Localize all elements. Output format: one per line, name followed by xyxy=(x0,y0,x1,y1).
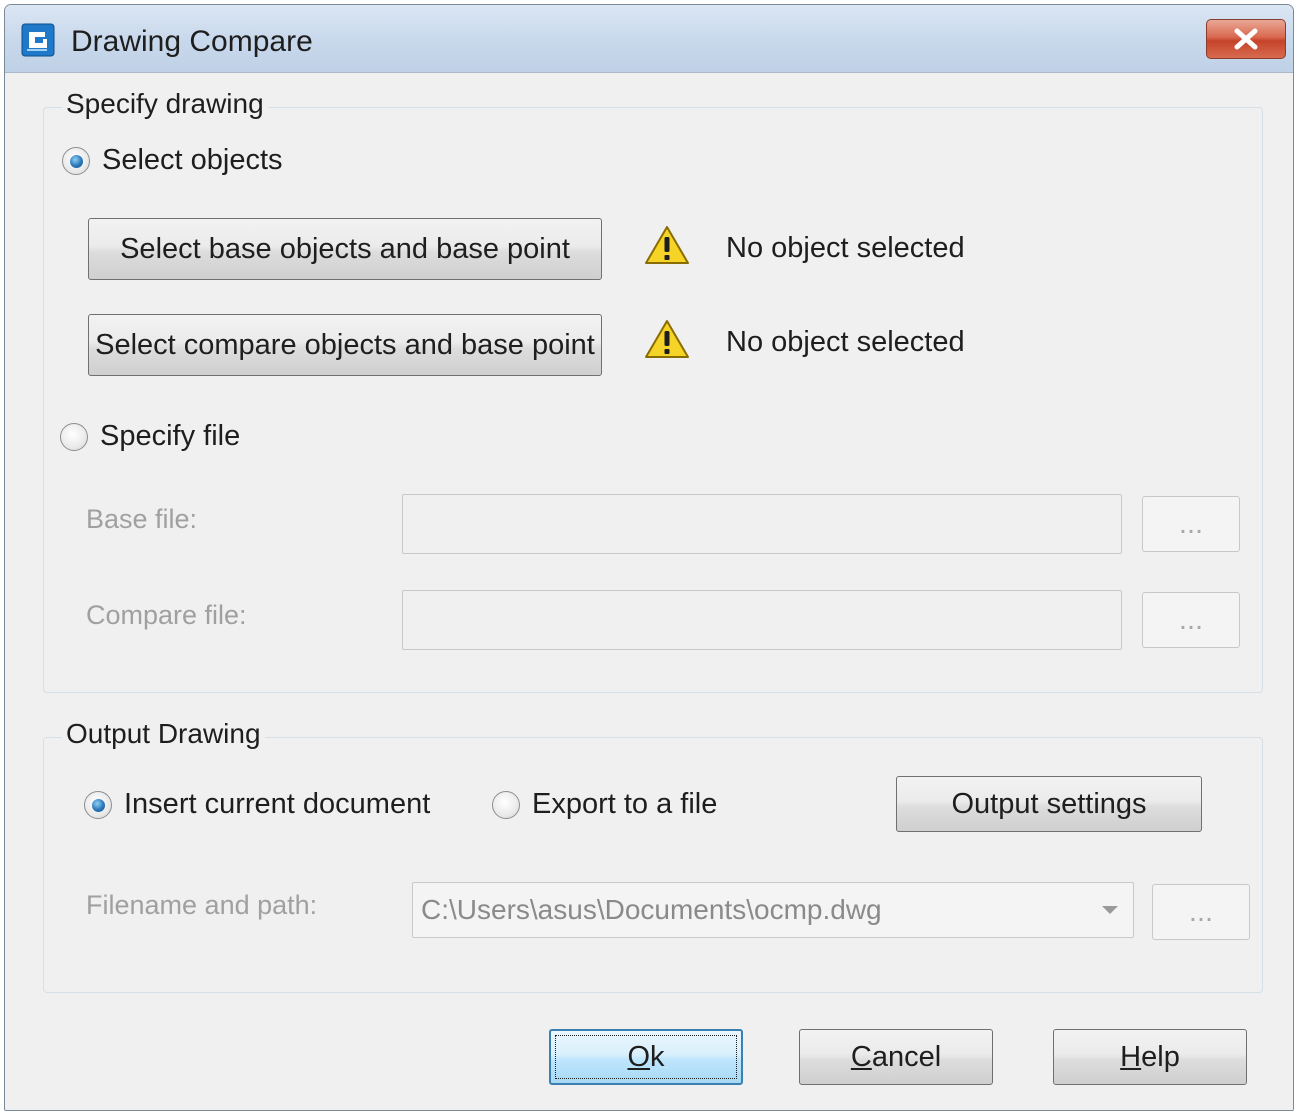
compare-file-label: Compare file: xyxy=(86,600,247,630)
base-file-browse-button[interactable]: ... xyxy=(1142,496,1240,552)
filename-path-value: C:\Users\asus\Documents\ocmp.dwg xyxy=(421,894,882,925)
insert-current-label: Insert current document xyxy=(124,788,431,820)
filename-browse-button[interactable]: ... xyxy=(1152,884,1250,940)
close-button[interactable] xyxy=(1206,19,1286,59)
select-base-objects-label: Select base objects and base point xyxy=(120,232,570,265)
base-selection-status: No object selected xyxy=(726,232,965,264)
specify-file-label: Specify file xyxy=(100,420,241,452)
select-objects-radio[interactable] xyxy=(62,146,90,175)
output-drawing-legend: Output Drawing xyxy=(62,718,265,750)
compare-file-browse-button[interactable]: ... xyxy=(1142,592,1240,648)
select-compare-objects-button[interactable]: Select compare objects and base point xyxy=(88,314,602,376)
cancel-mnemonic: C xyxy=(850,1040,872,1073)
cancel-label: Cancel xyxy=(850,1040,942,1073)
help-label: Help xyxy=(1120,1040,1180,1073)
output-settings-label: Output settings xyxy=(951,787,1147,820)
output-settings-button[interactable]: Output settings xyxy=(896,776,1202,832)
export-file-radio-row[interactable]: Export to a file xyxy=(492,788,717,821)
specify-file-radio[interactable] xyxy=(60,422,88,451)
base-file-browse-label: ... xyxy=(1178,507,1204,540)
specify-drawing-group: Specify drawing Select objects Select ba… xyxy=(43,88,1263,693)
help-button[interactable]: Help xyxy=(1053,1029,1247,1085)
compare-selection-status: No object selected xyxy=(726,326,965,358)
insert-current-radio[interactable] xyxy=(84,790,112,819)
ok-button[interactable]: Ok xyxy=(549,1029,743,1085)
insert-current-radio-row[interactable]: Insert current document xyxy=(84,788,430,821)
specify-drawing-legend: Specify drawing xyxy=(62,88,268,120)
filename-path-label: Filename and path: xyxy=(86,890,318,920)
drawing-compare-dialog: Drawing Compare Specify drawing Select o… xyxy=(4,4,1294,1111)
focus-ring xyxy=(555,1035,737,1079)
close-icon xyxy=(1234,28,1258,50)
select-objects-label: Select objects xyxy=(102,144,283,176)
cancel-button[interactable]: Cancel xyxy=(799,1029,993,1085)
export-file-radio[interactable] xyxy=(492,790,520,819)
select-compare-objects-label: Select compare objects and base point xyxy=(95,328,595,361)
select-base-objects-button[interactable]: Select base objects and base point xyxy=(88,218,602,280)
base-file-label: Base file: xyxy=(86,504,198,534)
help-mnemonic: H xyxy=(1120,1040,1142,1073)
dialog-body: Specify drawing Select objects Select ba… xyxy=(5,73,1293,1110)
window-title: Drawing Compare xyxy=(71,25,313,58)
title-bar: Drawing Compare xyxy=(5,5,1293,73)
filename-browse-label: ... xyxy=(1188,895,1214,928)
combo-dropdown-button[interactable] xyxy=(1087,883,1133,937)
warning-icon xyxy=(645,226,689,264)
app-icon xyxy=(21,23,55,57)
chevron-down-icon xyxy=(1102,906,1118,914)
base-file-input[interactable] xyxy=(402,494,1122,554)
select-objects-radio-row[interactable]: Select objects xyxy=(62,144,283,177)
export-file-label: Export to a file xyxy=(532,788,718,820)
warning-icon xyxy=(645,320,689,358)
filename-path-combo[interactable]: C:\Users\asus\Documents\ocmp.dwg xyxy=(412,882,1134,938)
specify-file-radio-row[interactable]: Specify file xyxy=(60,420,240,453)
compare-file-browse-label: ... xyxy=(1178,603,1204,636)
compare-file-input[interactable] xyxy=(402,590,1122,650)
output-drawing-group: Output Drawing Insert current document E… xyxy=(43,718,1263,993)
